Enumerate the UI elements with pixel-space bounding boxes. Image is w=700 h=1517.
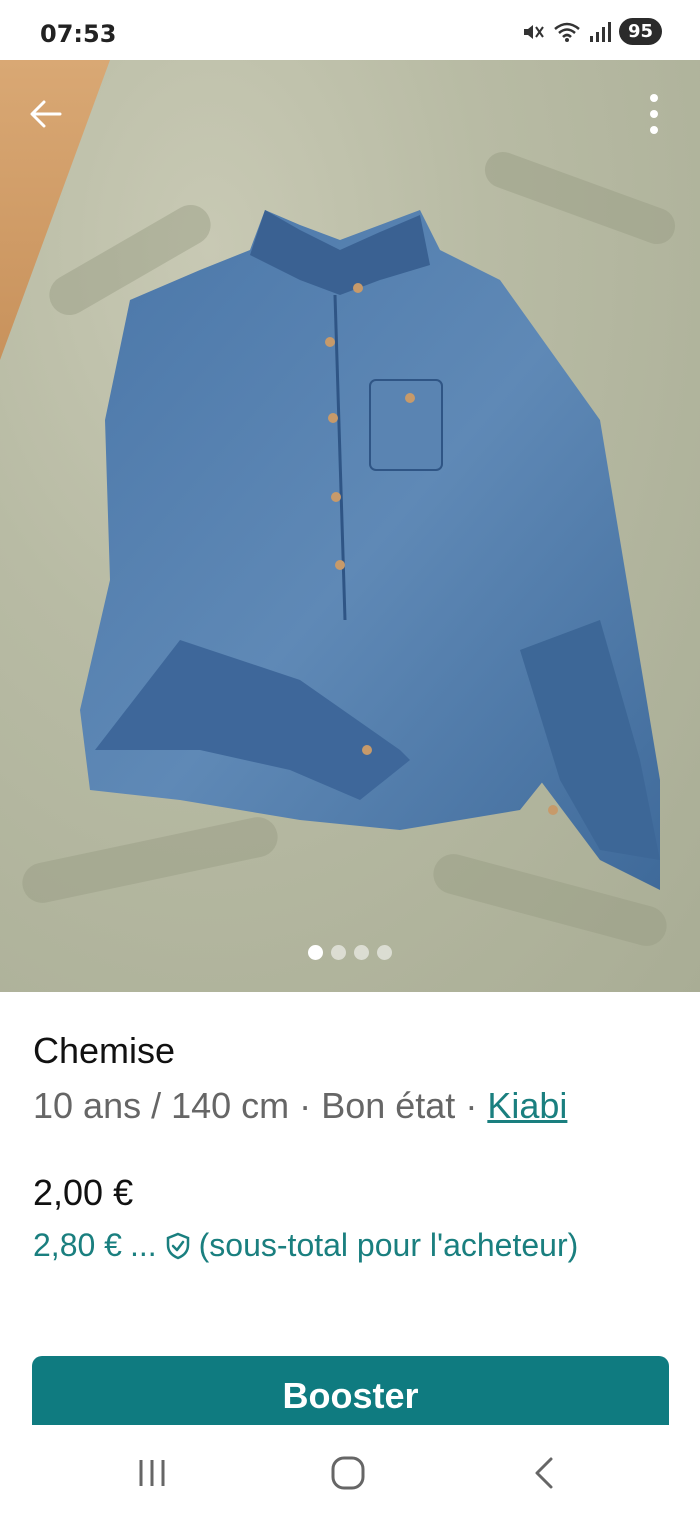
- product-size: 10 ans / 140 cm: [33, 1085, 290, 1126]
- more-options-button[interactable]: [634, 90, 674, 138]
- product-details: 10 ans / 140 cm · Bon état · Kiabi: [33, 1085, 567, 1127]
- recent-apps-button[interactable]: [122, 1445, 182, 1501]
- mute-icon: [523, 24, 544, 39]
- pagination-dot[interactable]: [354, 945, 369, 960]
- back-button[interactable]: [22, 90, 70, 138]
- pagination-dot-active[interactable]: [308, 945, 323, 960]
- recent-apps-icon: [139, 1460, 165, 1486]
- battery-indicator: 95: [618, 18, 662, 45]
- back-nav-button[interactable]: [514, 1445, 574, 1501]
- arrow-left-icon: [30, 100, 62, 128]
- booster-button[interactable]: Booster: [32, 1356, 669, 1436]
- signal-icon: [589, 21, 611, 42]
- chevron-left-icon: [535, 1457, 553, 1489]
- brand-link[interactable]: Kiabi: [487, 1085, 567, 1126]
- image-pagination: [0, 945, 700, 960]
- product-price: 2,00 €: [33, 1172, 134, 1213]
- status-time: 07:53: [40, 20, 117, 48]
- buyer-price: 2,80 €: [33, 1227, 122, 1263]
- denim-shirt-image: [80, 210, 660, 890]
- buyer-price-note: (sous-total pour l'acheteur): [198, 1227, 579, 1263]
- home-button[interactable]: [318, 1445, 378, 1501]
- pagination-dot[interactable]: [377, 945, 392, 960]
- product-photo[interactable]: [0, 60, 700, 992]
- status-bar: 07:53 95: [0, 0, 700, 60]
- home-icon: [331, 1456, 365, 1490]
- pagination-dot[interactable]: [331, 945, 346, 960]
- shield-check-icon: [166, 1232, 189, 1259]
- product-title: Chemise: [33, 1030, 176, 1071]
- separator: ·: [299, 1085, 312, 1126]
- product-condition: Bon état: [321, 1085, 456, 1126]
- buyer-price-row[interactable]: 2,80 € ... (sous-total pour l'acheteur): [33, 1227, 578, 1264]
- more-vertical-icon: [650, 94, 658, 134]
- buyer-price-ellipsis: ...: [129, 1227, 157, 1263]
- wifi-icon: [554, 22, 580, 42]
- separator: ·: [465, 1085, 478, 1126]
- status-icons: 95: [521, 18, 662, 45]
- system-nav-bar: [0, 1425, 700, 1517]
